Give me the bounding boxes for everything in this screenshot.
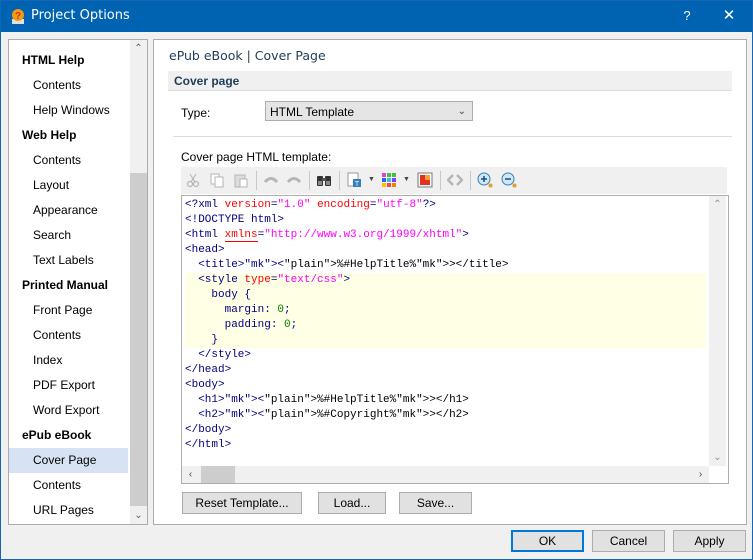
tree-item[interactable]: Appearance xyxy=(9,198,128,223)
ok-button[interactable]: OK xyxy=(511,530,584,552)
svg-text:T: T xyxy=(355,181,360,188)
code-area[interactable]: <?xml version="1.0" encoding="utf-8"?> <!… xyxy=(185,198,706,453)
tree-category[interactable]: Web Help xyxy=(9,123,128,148)
tree-category[interactable]: HTML Help xyxy=(9,48,128,73)
scroll-right-arrow-icon[interactable]: › xyxy=(692,466,709,483)
load-button[interactable]: Load... xyxy=(318,492,386,514)
apply-button[interactable]: Apply xyxy=(673,530,746,552)
tree-item[interactable]: Contents xyxy=(9,73,128,98)
svg-text:?: ? xyxy=(15,11,21,22)
editor-vertical-scrollbar[interactable]: ⌃ ⌄ xyxy=(709,196,726,466)
scroll-up-arrow-icon[interactable]: ⌃ xyxy=(709,196,726,213)
paste-icon[interactable] xyxy=(231,170,251,190)
divider xyxy=(173,136,732,137)
section-header: Cover page xyxy=(168,71,732,91)
editor-horizontal-scrollbar[interactable]: ‹ › xyxy=(182,466,709,483)
tree-item[interactable]: Front Page xyxy=(9,298,128,323)
window-title: Project Options xyxy=(31,8,130,23)
toolbar-separator xyxy=(440,171,441,190)
scroll-down-arrow-icon[interactable]: ⌄ xyxy=(130,507,147,524)
code-line[interactable]: <?xml version="1.0" encoding="utf-8"?> xyxy=(185,198,706,213)
code-line[interactable]: <h1>"mk"><"plain">%#HelpTitle%"mk">></h1… xyxy=(185,393,706,408)
tree-item[interactable]: Contents xyxy=(9,473,128,498)
code-line[interactable]: </body> xyxy=(185,423,706,438)
tree-item[interactable]: Word Export xyxy=(9,398,128,423)
code-line[interactable]: body { xyxy=(185,288,706,303)
tree-category[interactable]: Printed Manual xyxy=(9,273,128,298)
tree-item[interactable]: Layout xyxy=(9,173,128,198)
insert-field-icon[interactable]: T xyxy=(344,170,364,190)
code-line[interactable]: <html xmlns="http://www.w3.org/1999/xhtm… xyxy=(185,228,706,243)
copy-icon[interactable] xyxy=(207,170,227,190)
html-template-editor[interactable]: <?xml version="1.0" encoding="utf-8"?> <!… xyxy=(181,195,729,484)
type-select-value: HTML Template xyxy=(270,105,355,119)
project-options-dialog: ? Project Options ? ✕ URL Pages Contents C… xyxy=(0,0,753,560)
type-label: Type: xyxy=(181,106,211,120)
zoom-in-icon[interactable] xyxy=(475,170,495,190)
settings-panel: ePub eBook | Cover Page Cover page Type:… xyxy=(153,39,747,525)
template-label: Cover page HTML template: xyxy=(181,150,332,164)
horizontal-scroll-thumb[interactable] xyxy=(201,466,235,483)
code-line[interactable]: </style> xyxy=(185,348,706,363)
undo-icon[interactable] xyxy=(261,170,281,190)
code-line[interactable]: </html> xyxy=(185,438,706,453)
tree-item[interactable]: Text Labels xyxy=(9,248,128,273)
tree-item[interactable]: Cover Page xyxy=(9,448,128,473)
redo-icon[interactable] xyxy=(284,170,304,190)
type-select[interactable]: HTML Template ⌄ xyxy=(265,101,473,121)
zoom-out-icon[interactable] xyxy=(499,170,519,190)
code-line[interactable]: padding: 0; xyxy=(185,318,706,333)
cut-icon[interactable] xyxy=(183,170,203,190)
insert-field-dropdown-icon[interactable]: ▼ xyxy=(368,176,375,183)
tree-item[interactable]: Help Windows xyxy=(9,98,128,123)
editor-toolbar: T ▼ ▼ xyxy=(181,167,727,194)
code-line[interactable]: margin: 0; xyxy=(185,303,706,318)
title-bar: ? Project Options ? ✕ xyxy=(1,1,752,32)
toolbar-separator xyxy=(339,171,340,190)
toolbar-separator xyxy=(470,171,471,190)
tree-item[interactable]: Contents xyxy=(9,323,128,348)
scroll-down-arrow-icon[interactable]: ⌄ xyxy=(709,449,726,466)
code-line[interactable]: <body> xyxy=(185,378,706,393)
image-icon[interactable] xyxy=(415,170,435,190)
tree-item[interactable]: Search xyxy=(9,223,128,248)
code-line[interactable]: <!DOCTYPE html> xyxy=(185,213,706,228)
color-dropdown-icon[interactable]: ▼ xyxy=(403,176,410,183)
code-line[interactable]: </head> xyxy=(185,363,706,378)
cancel-button[interactable]: Cancel xyxy=(592,530,665,552)
breadcrumb: ePub eBook | Cover Page xyxy=(169,48,326,63)
close-button[interactable]: ✕ xyxy=(719,6,739,26)
scroll-up-arrow-icon[interactable]: ⌃ xyxy=(130,40,147,57)
code-line[interactable]: <head> xyxy=(185,243,706,258)
tree-item[interactable]: Contents xyxy=(9,148,128,173)
find-icon[interactable] xyxy=(314,170,334,190)
sidebar-scrollbar[interactable]: ⌃ ⌄ xyxy=(130,40,147,524)
tag-icon[interactable] xyxy=(445,170,465,190)
reset-template-button[interactable]: Reset Template... xyxy=(182,492,302,514)
toolbar-separator xyxy=(256,171,257,190)
code-line[interactable]: <h2>"mk"><"plain">%#Copyright%"mk">></h2… xyxy=(185,408,706,423)
help-button[interactable]: ? xyxy=(677,6,697,26)
tree-item[interactable]: URL Pages xyxy=(9,498,128,523)
scroll-left-arrow-icon[interactable]: ‹ xyxy=(182,466,199,483)
chevron-down-icon: ⌄ xyxy=(457,106,466,117)
tree-item[interactable]: Index xyxy=(9,348,128,373)
color-palette-icon[interactable] xyxy=(379,170,399,190)
code-line[interactable]: <style type="text/css"> xyxy=(185,273,706,288)
tree-category[interactable]: ePub eBook xyxy=(9,423,128,448)
app-help-icon: ? xyxy=(12,9,24,24)
save-button[interactable]: Save... xyxy=(399,492,472,514)
sidebar-scroll-thumb[interactable] xyxy=(130,173,147,506)
toolbar-separator xyxy=(309,171,310,190)
code-line[interactable]: <title>"mk"><"plain">%#HelpTitle%"mk">><… xyxy=(185,258,706,273)
options-tree: URL Pages Contents Cover Page ePub eBook Wor… xyxy=(8,39,148,525)
tree-item[interactable]: PDF Export xyxy=(9,373,128,398)
code-line[interactable]: } xyxy=(185,333,706,348)
